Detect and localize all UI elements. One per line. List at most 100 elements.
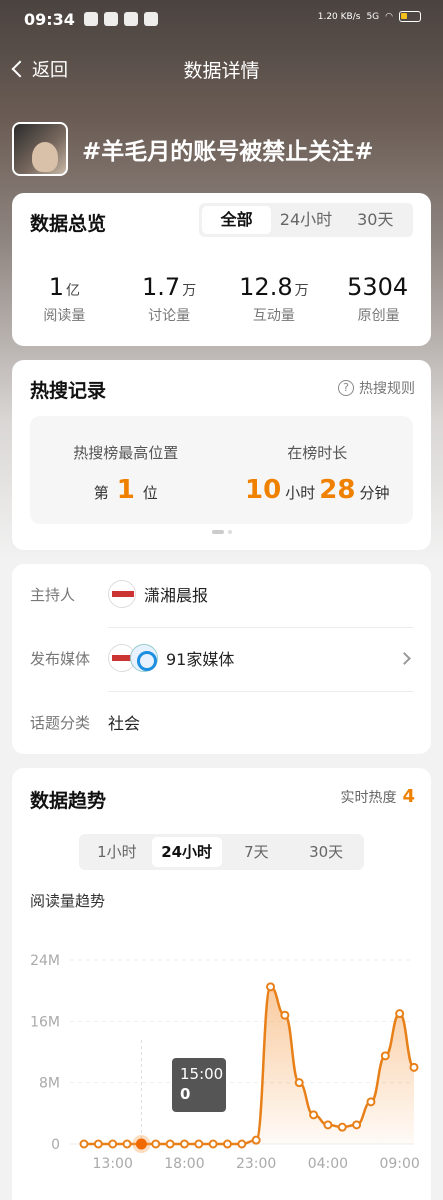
realtime-label: 实时热度 [340, 789, 397, 806]
chart-subtitle: 阅读量趋势 [30, 892, 106, 910]
stat-unit: 万 [294, 283, 309, 299]
data-point [93, 1139, 103, 1149]
stat-label: 原创量 [357, 308, 400, 324]
x-tick-label: 13:00 [93, 1156, 133, 1172]
y-tick-label: 24M [30, 953, 60, 969]
overview-card: 数据总览 全部 24小时 30天 1亿 阅读量 1.7 万 讨论量 12.8 万 互… [12, 193, 431, 346]
data-point [352, 1120, 362, 1130]
tab-1h[interactable]: 1小时 [82, 837, 152, 867]
page-indicator [12, 530, 431, 534]
question-icon: ? [338, 380, 354, 396]
page-title: 数据详情 [183, 60, 260, 82]
host-row: 主持人 潇湘晨报 [30, 564, 413, 624]
tab-30d[interactable]: 30天 [341, 206, 410, 234]
stat-reads: 1亿 阅读量 [12, 273, 117, 325]
status-bar: 09:34 1.20 KB/s 5G ◠ [0, 0, 443, 40]
data-point [294, 1078, 304, 1088]
nav-bar: 返回 数据详情 [0, 48, 443, 88]
data-point [337, 1122, 347, 1132]
category-row: 话题分类 社会 [30, 692, 413, 752]
notification-icons [84, 12, 158, 26]
duration-hours: 10 [245, 475, 282, 505]
tab-7d[interactable]: 7天 [222, 837, 292, 867]
x-tick-label: 18:00 [164, 1156, 204, 1172]
data-point [251, 1135, 261, 1145]
wifi-icon: ◠ [385, 11, 393, 22]
media-row[interactable]: 发布媒体 91家媒体 [30, 628, 413, 688]
data-point [237, 1139, 247, 1149]
data-point [323, 1120, 333, 1130]
status-time: 09:34 [24, 10, 75, 29]
tab-30d[interactable]: 30天 [291, 837, 361, 867]
data-point [108, 1139, 118, 1149]
y-tick-label: 8M [39, 1076, 60, 1092]
topic-header: #羊毛月的账号被禁止关注# [12, 122, 374, 176]
peak-suffix: 位 [142, 484, 158, 502]
minutes-unit: 分钟 [359, 484, 390, 502]
chat-notification-icon [104, 12, 118, 26]
x-tick-label: 09:00 [379, 1156, 419, 1172]
peak-position: 热搜榜最高位置 第1位 [30, 416, 222, 524]
host-label: 主持人 [30, 585, 76, 604]
tab-24h[interactable]: 24小时 [271, 206, 340, 234]
hotsearch-rules-link[interactable]: ? 热搜规则 [338, 378, 415, 398]
stat-value: 1 [48, 273, 65, 301]
category-value: 社会 [108, 714, 141, 733]
topic-info-card: 主持人 潇湘晨报 发布媒体 91家媒体 话题分类 社会 [12, 564, 431, 754]
data-point [179, 1139, 189, 1149]
page-dot [227, 530, 232, 534]
stat-originals: 5304 原创量 [326, 273, 431, 325]
system-indicators: 1.20 KB/s 5G ◠ [318, 11, 421, 22]
tab-24h[interactable]: 24小时 [151, 837, 222, 867]
host-value[interactable]: 潇湘晨报 [108, 564, 413, 624]
on-list-duration: 在榜时长 10 小时 28 分钟 [222, 416, 414, 524]
realtime-value: 4 [402, 786, 415, 807]
duration-label: 在榜时长 [287, 444, 348, 462]
tab-all[interactable]: 全部 [202, 206, 272, 234]
media-count: 91家媒体 [166, 650, 235, 669]
media-logo-icon [130, 644, 158, 672]
app-notification-icon [84, 12, 98, 26]
peak-value: 1 [116, 475, 135, 505]
category-label: 话题分类 [30, 713, 91, 732]
stat-unit: 万 [182, 283, 197, 299]
realtime-heat: 实时热度 4 [340, 786, 415, 807]
page-dot-active [211, 530, 224, 534]
overview-stats: 1亿 阅读量 1.7 万 讨论量 12.8 万 互动量 5304 原创量 [12, 273, 431, 325]
stat-interactions: 12.8 万 互动量 [222, 273, 327, 325]
trend-card: 数据趋势 实时热度 4 1小时 24小时 7天 30天 阅读量趋势 0 8M 16M… [12, 768, 431, 1200]
stat-value: 1.7 [142, 273, 181, 301]
data-point [165, 1139, 175, 1149]
data-point-active [135, 1138, 147, 1150]
data-point [380, 1051, 390, 1061]
topic-title: #羊毛月的账号被禁止关注# [82, 139, 374, 165]
stat-label: 阅读量 [43, 308, 86, 324]
area-fill [84, 986, 414, 1144]
topic-thumbnail [12, 122, 68, 176]
data-point [222, 1139, 232, 1149]
map-notification-icon [144, 12, 158, 26]
tv-notification-icon [124, 12, 138, 26]
data-point [395, 1009, 405, 1019]
stat-label: 讨论量 [148, 308, 191, 324]
stat-unit: 亿 [66, 283, 81, 299]
overview-title: 数据总览 [30, 213, 107, 235]
rules-label: 热搜规则 [359, 381, 415, 397]
chart-tooltip: 15:00 0 [172, 1058, 226, 1112]
host-logo-icon [108, 580, 136, 608]
tooltip-time: 15:00 [180, 1065, 224, 1083]
duration-minutes: 28 [319, 475, 356, 505]
media-label: 发布媒体 [30, 649, 91, 668]
data-point [122, 1139, 132, 1149]
net-speed: 1.20 KB/s [317, 11, 361, 22]
hotsearch-card: 热搜记录 ? 热搜规则 热搜榜最高位置 第1位 在榜时长 10 小时 28 分钟 [12, 360, 431, 550]
data-point [266, 982, 276, 992]
stat-discussions: 1.7 万 讨论量 [117, 273, 222, 325]
battery-icon [399, 11, 421, 22]
stat-value: 12.8 [239, 273, 293, 301]
data-point [151, 1139, 161, 1149]
hotsearch-summary: 热搜榜最高位置 第1位 在榜时长 10 小时 28 分钟 [30, 416, 413, 524]
data-point [309, 1110, 319, 1120]
y-tick-label: 16M [30, 1014, 60, 1030]
peak-prefix: 第 [93, 484, 109, 502]
